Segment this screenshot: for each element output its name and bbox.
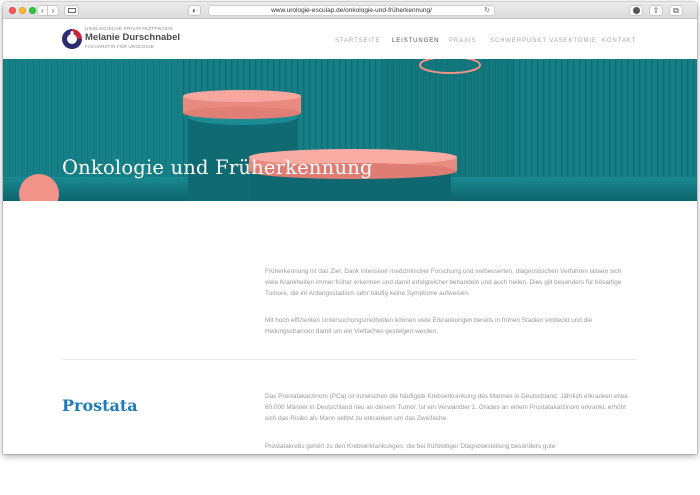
privacy-shield-button[interactable]: ◐ [188,5,201,16]
hero-illustration [3,59,697,201]
hero-banner: Onkologie und Früherkennung [3,59,697,201]
nav-schwerpunkt-vasektomie[interactable]: Schwerpunkt Vasektomie [490,38,597,44]
brand-subtitle: Fachärztin für Urologie [85,44,155,49]
forward-button[interactable]: › [48,5,59,16]
browser-window: ‹ › ◐ www.urologie-esculap.de/onkologie-… [3,2,697,454]
fullscreen-window-button[interactable] [29,7,36,14]
nav-leistungen[interactable]: Leistungen [392,38,439,44]
share-icon: ⇪ [652,6,660,15]
shield-icon: ◐ [192,6,197,15]
prostata-paragraph-1: Das Prostatakarzinom (PCa) ist inzwische… [265,393,628,422]
browser-toolbar: ‹ › ◐ www.urologie-esculap.de/onkologie-… [3,2,697,19]
url-text: www.urologie-esculap.de/onkologie-und-fr… [271,7,432,14]
section-title-prostata: Prostata [62,396,138,415]
page-title: Onkologie und Früherkennung [62,156,373,179]
share-button[interactable]: ⇪ [649,5,663,16]
intro-paragraph-1: Früherkennung ist das Ziel. Dank intensi… [265,268,622,297]
tabs-overview-button[interactable]: ⧉ [669,5,683,16]
chevron-right-icon: › [51,6,55,15]
sidebar-toggle-button[interactable] [64,5,79,16]
intro-paragraph-2: Mit hoch effizienten Untersuchungsmethod… [265,317,593,335]
sidebar-icon [67,8,76,13]
brand-tagline: Urologische Privatarztpraxis [85,26,174,31]
back-button[interactable]: ‹ [37,5,48,16]
practice-logo[interactable] [61,28,83,50]
close-window-button[interactable] [9,7,16,14]
site-header: Urologische Privatarztpraxis Melanie Dur… [3,19,697,59]
nav-praxis[interactable]: Praxis [449,38,476,44]
nav-startseite[interactable]: Startseite [335,38,380,44]
section-divider [62,359,636,360]
minimize-window-button[interactable] [19,7,26,14]
address-bar[interactable]: www.urologie-esculap.de/onkologie-und-fr… [208,5,495,16]
reload-icon[interactable]: ↻ [484,6,490,15]
nav-kontakt[interactable]: Kontakt [602,38,636,44]
brand-name: Melanie Durschnabel [85,32,181,43]
chevron-left-icon: ‹ [41,6,44,15]
downloads-button[interactable] [629,5,643,16]
tabs-icon: ⧉ [673,6,679,15]
download-icon [632,7,640,14]
prostata-paragraph-2: Prostatakrebs gehört zu den Krebserkrank… [265,443,556,450]
brand-block[interactable]: Urologische Privatarztpraxis Melanie Dur… [85,26,180,49]
